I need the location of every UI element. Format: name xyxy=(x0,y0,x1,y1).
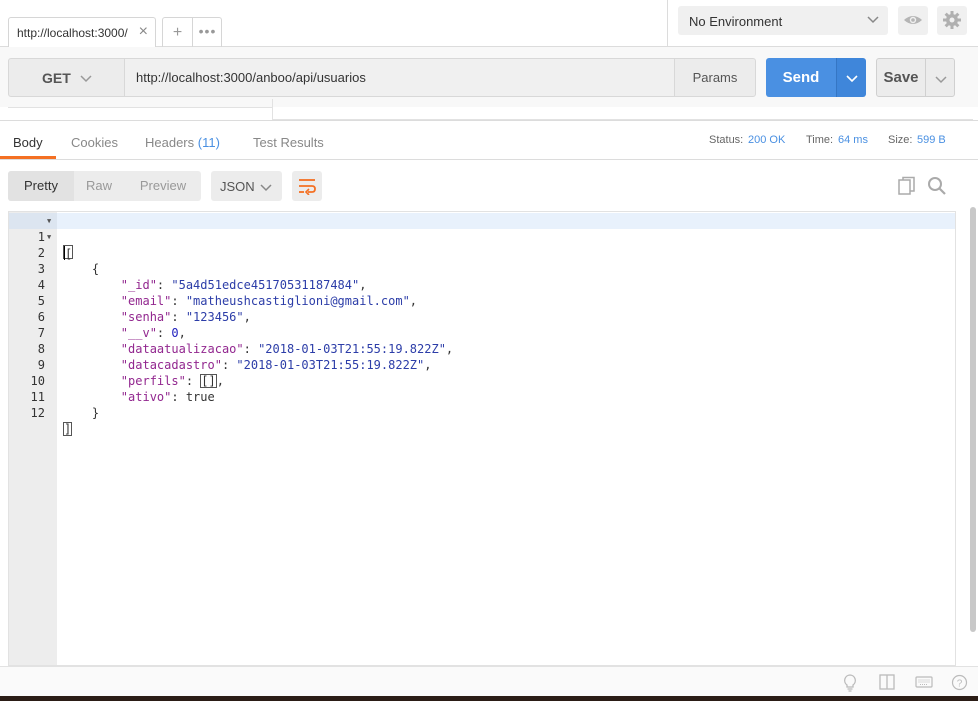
desktop-background-strip xyxy=(0,696,978,701)
code-line: 5 "senha": "123456", xyxy=(9,277,955,324)
view-pretty-button[interactable]: Pretty xyxy=(8,171,74,201)
save-button[interactable]: Save xyxy=(876,58,926,97)
chevron-down-icon xyxy=(79,71,93,88)
code-line: 4 "email": "matheushcastiglioni@gmail.co… xyxy=(9,261,955,308)
brace: } xyxy=(91,406,100,420)
fold-arrow-icon[interactable]: ▼ xyxy=(47,213,51,229)
code-line: 11 } xyxy=(9,373,955,420)
bulb-icon[interactable] xyxy=(842,674,858,695)
two-pane-icon[interactable] xyxy=(879,674,895,693)
add-tab-icon[interactable]: + xyxy=(163,18,193,47)
time-label: Time: xyxy=(806,134,834,146)
tab-test-results[interactable]: Test Results xyxy=(253,135,324,150)
body-toolbar: Pretty Raw Preview JSON xyxy=(0,161,978,211)
vertical-scrollbar[interactable] xyxy=(970,207,976,632)
headers-count-badge: (11) xyxy=(197,135,220,150)
send-options-button[interactable] xyxy=(836,58,866,97)
fold-arrow-icon[interactable]: ▼ xyxy=(47,229,51,245)
code-line: 8 "datacadastro": "2018-01-03T21:55:19.8… xyxy=(9,325,955,372)
tab-cookies[interactable]: Cookies xyxy=(71,135,118,150)
request-tab-title: http://localhost:3000/ xyxy=(17,26,128,40)
copy-icon[interactable] xyxy=(897,176,917,199)
code-line: 9 "perfils": [], xyxy=(9,341,955,388)
environment-label: No Environment xyxy=(689,14,783,29)
size-label: Size: xyxy=(888,134,913,146)
wrap-lines-button[interactable] xyxy=(292,171,322,201)
request-tab[interactable]: http://localhost:3000/ × xyxy=(8,17,156,47)
code-text: } xyxy=(63,405,99,421)
tab-headers-label: Headers xyxy=(145,135,195,150)
chevron-down-icon xyxy=(259,180,273,197)
request-bar: GET http://localhost:3000/anboo/api/usua… xyxy=(0,47,978,107)
tab-body[interactable]: Body xyxy=(13,135,43,150)
request-options-divider xyxy=(0,99,978,121)
time-value[interactable]: 64 ms xyxy=(838,134,868,146)
help-icon[interactable]: ? xyxy=(951,674,968,694)
active-tab-indicator xyxy=(0,156,56,159)
code-line: 12 ] xyxy=(9,389,955,436)
params-button[interactable]: Params xyxy=(674,58,756,97)
line-number: 12 xyxy=(30,406,45,420)
status-bar: ? xyxy=(0,666,978,696)
view-raw-button[interactable]: Raw xyxy=(74,171,124,201)
close-icon[interactable]: × xyxy=(139,23,148,41)
view-preview-button[interactable]: Preview xyxy=(130,171,196,201)
code-line: 6 "__v": 0, xyxy=(9,293,955,340)
search-icon[interactable] xyxy=(927,176,947,199)
environment-quick-look-button[interactable] xyxy=(898,6,928,35)
response-body-editor[interactable]: 1 ▼ [ 2 ▼ { 3 "_id": "5a4d51edce4517053118… xyxy=(8,211,956,666)
tab-actions: + ••• xyxy=(162,17,222,47)
code-text: ] xyxy=(63,422,73,436)
url-input[interactable]: http://localhost:3000/anboo/api/usuarios xyxy=(124,58,675,97)
keyboard-icon[interactable] xyxy=(915,674,933,693)
format-label: JSON xyxy=(220,179,255,194)
settings-button[interactable] xyxy=(937,6,967,35)
chevron-down-icon xyxy=(866,12,880,29)
url-text: http://localhost:3000/anboo/api/usuarios xyxy=(136,70,366,85)
divider xyxy=(272,99,273,120)
more-icon[interactable]: ••• xyxy=(193,18,222,47)
status-value[interactable]: 200 OK xyxy=(748,134,785,146)
svg-text:?: ? xyxy=(957,679,963,690)
view-mode-group: Pretty Raw Preview xyxy=(8,171,201,201)
divider xyxy=(667,0,668,47)
status-label: Status: xyxy=(709,134,744,146)
send-button[interactable]: Send xyxy=(766,58,836,97)
tab-bar: http://localhost:3000/ × + ••• No Enviro… xyxy=(0,0,978,47)
response-tabs: Body Cookies Headers (11) Test Results S… xyxy=(0,122,978,160)
environment-select[interactable]: No Environment xyxy=(678,6,888,35)
method-select[interactable]: GET xyxy=(8,58,125,97)
code-line: 1 ▼ [ xyxy=(9,213,955,260)
divider xyxy=(273,119,973,120)
size-value[interactable]: 599 B xyxy=(917,134,946,146)
code-line: 7 "dataatualizacao": "2018-01-03T21:55:1… xyxy=(9,309,955,356)
code-line: 3 "_id": "5a4d51edce45170531187484", xyxy=(9,245,955,292)
format-select[interactable]: JSON xyxy=(211,171,282,201)
code-line: 2 ▼ { xyxy=(9,229,955,276)
tab-headers[interactable]: Headers (11) xyxy=(145,135,220,150)
method-label: GET xyxy=(42,70,71,86)
divider xyxy=(8,107,272,120)
save-options-button[interactable] xyxy=(925,58,955,97)
code-line: 10 "ativo": true xyxy=(9,357,955,404)
